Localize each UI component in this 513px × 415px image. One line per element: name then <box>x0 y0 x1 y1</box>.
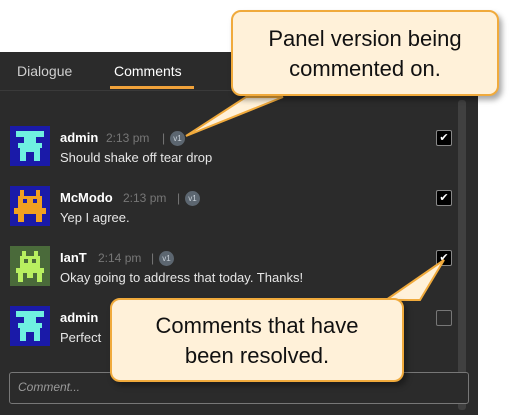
version-callout-line1: Panel version being <box>268 26 462 51</box>
resolved-callout: Comments that have been resolved. <box>110 298 404 382</box>
version-callout-line2: commented on. <box>289 56 441 81</box>
resolved-callout-line1: Comments that have <box>155 313 359 338</box>
resolved-callout-line2: been resolved. <box>184 343 330 368</box>
version-callout-pointer <box>185 96 284 137</box>
resolved-callout-pointer <box>382 259 445 301</box>
version-callout: Panel version being commented on. <box>231 10 499 96</box>
